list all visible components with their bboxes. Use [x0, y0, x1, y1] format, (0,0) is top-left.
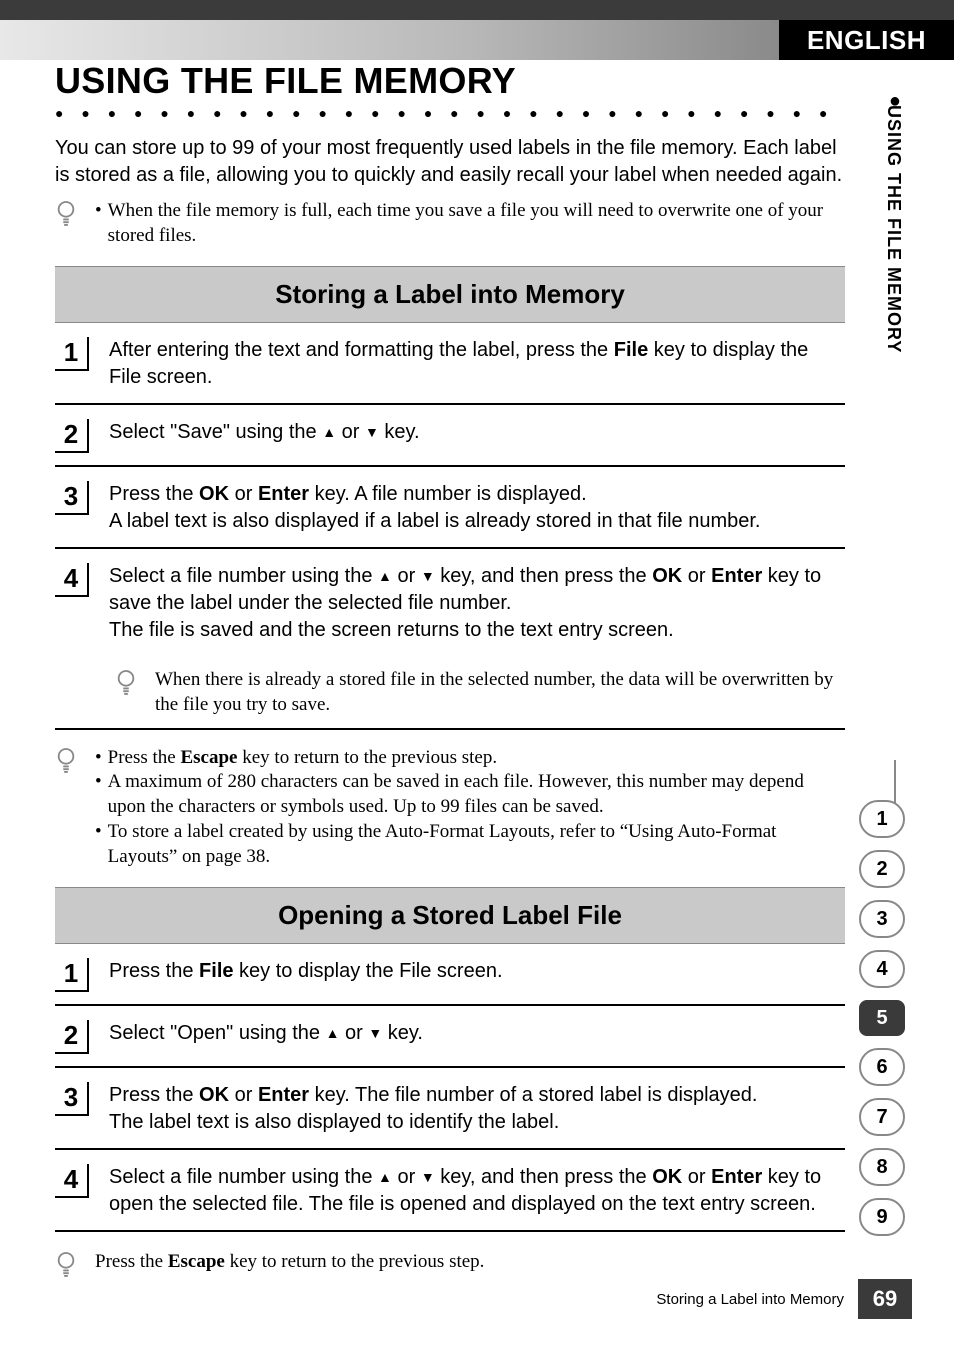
step-a4: 4 Select a file number using the ▲ or ▼ …	[55, 563, 845, 652]
intro-note: •When the file memory is full, each time…	[55, 199, 845, 248]
step-divider	[55, 403, 845, 405]
step-number: 1	[55, 958, 89, 992]
step-a1: 1 After entering the text and formatting…	[55, 337, 845, 399]
step-b1: 1 Press the File key to display the File…	[55, 958, 845, 1000]
bulb-icon	[55, 199, 83, 232]
step-text: Select "Open" using the ▲ or ▼ key.	[109, 1020, 845, 1054]
step-divider	[55, 1066, 845, 1068]
footer-section-title: Storing a Label into Memory	[0, 1291, 858, 1308]
step-number: 2	[55, 1020, 89, 1054]
language-label: ENGLISH	[779, 20, 954, 60]
header-gradient	[0, 20, 779, 60]
step-number: 3	[55, 481, 89, 515]
step-divider	[55, 1148, 845, 1150]
chapter-tab-5[interactable]: 5	[859, 1000, 905, 1036]
header-row: ENGLISH	[0, 20, 954, 60]
down-triangle-icon: ▼	[421, 1168, 435, 1187]
step-text: Select a file number using the ▲ or ▼ ke…	[109, 563, 845, 644]
step-a4-note: When there is already a stored file in t…	[115, 668, 845, 717]
step-text: Press the OK or Enter key. A file number…	[109, 481, 845, 535]
step-text: Select "Save" using the ▲ or ▼ key.	[109, 419, 845, 453]
step-b4: 4 Select a file number using the ▲ or ▼ …	[55, 1164, 845, 1226]
step-text: After entering the text and formatting t…	[109, 337, 845, 391]
up-triangle-icon: ▲	[378, 1168, 392, 1187]
up-triangle-icon: ▲	[322, 423, 336, 442]
up-triangle-icon: ▲	[378, 567, 392, 586]
step-number: 3	[55, 1082, 89, 1116]
section-heading-storing: Storing a Label into Memory	[55, 266, 845, 323]
chapter-tab-6[interactable]: 6	[859, 1048, 905, 1086]
content-area: USING THE FILE MEMORY ● ● ● ● ● ● ● ● ● …	[55, 60, 845, 1283]
chapter-tab-1[interactable]: 1	[859, 800, 905, 838]
end-note-text: Press the Escape key to return to the pr…	[95, 1250, 845, 1275]
chapter-tab-9[interactable]: 9	[859, 1198, 905, 1236]
step-text: Press the File key to display the File s…	[109, 958, 845, 992]
chapter-tab-7[interactable]: 7	[859, 1098, 905, 1136]
down-triangle-icon: ▼	[368, 1024, 382, 1043]
sidebar-chapter-label: USING THE FILE MEMORY	[883, 105, 904, 353]
section-a-end-notes: •Press the Escape key to return to the p…	[55, 746, 845, 869]
down-triangle-icon: ▼	[365, 423, 379, 442]
page-title: USING THE FILE MEMORY	[55, 60, 845, 102]
manual-page: { "header": { "lang": "ENGLISH", "sideba…	[0, 0, 954, 1357]
step-number: 4	[55, 1164, 89, 1198]
step-b3: 3 Press the OK or Enter key. The file nu…	[55, 1082, 845, 1144]
step-text: Select a file number using the ▲ or ▼ ke…	[109, 1164, 845, 1218]
chapter-tab-3[interactable]: 3	[859, 900, 905, 938]
step-divider	[55, 728, 845, 730]
intro-note-text: •When the file memory is full, each time…	[95, 199, 845, 248]
title-dots: ● ● ● ● ● ● ● ● ● ● ● ● ● ● ● ● ● ● ● ● …	[55, 105, 845, 121]
footer: Storing a Label into Memory 69	[0, 1279, 954, 1319]
top-strip	[0, 0, 954, 20]
step-b2: 2 Select "Open" using the ▲ or ▼ key.	[55, 1020, 845, 1062]
intro-paragraph: You can store up to 99 of your most freq…	[55, 135, 845, 189]
step-number: 4	[55, 563, 89, 597]
down-triangle-icon: ▼	[421, 567, 435, 586]
step-a2: 2 Select "Save" using the ▲ or ▼ key.	[55, 419, 845, 461]
bulb-icon	[55, 746, 83, 779]
step-note-text: When there is already a stored file in t…	[155, 668, 845, 717]
section-heading-opening: Opening a Stored Label File	[55, 887, 845, 944]
up-triangle-icon: ▲	[326, 1024, 340, 1043]
step-divider	[55, 1004, 845, 1006]
step-divider	[55, 1230, 845, 1232]
step-divider	[55, 465, 845, 467]
step-number: 1	[55, 337, 89, 371]
bulb-icon	[115, 668, 143, 701]
chapter-tab-4[interactable]: 4	[859, 950, 905, 988]
page-number: 69	[858, 1279, 912, 1319]
step-text: Press the OK or Enter key. The file numb…	[109, 1082, 845, 1136]
chapter-tab-2[interactable]: 2	[859, 850, 905, 888]
step-a3: 3 Press the OK or Enter key. A file numb…	[55, 481, 845, 543]
end-notes-text: •Press the Escape key to return to the p…	[95, 746, 845, 869]
chapter-tabs: 1 2 3 4 5 6 7 8 9	[846, 800, 918, 1248]
step-number: 2	[55, 419, 89, 453]
step-divider	[55, 547, 845, 549]
chapter-tab-8[interactable]: 8	[859, 1148, 905, 1186]
